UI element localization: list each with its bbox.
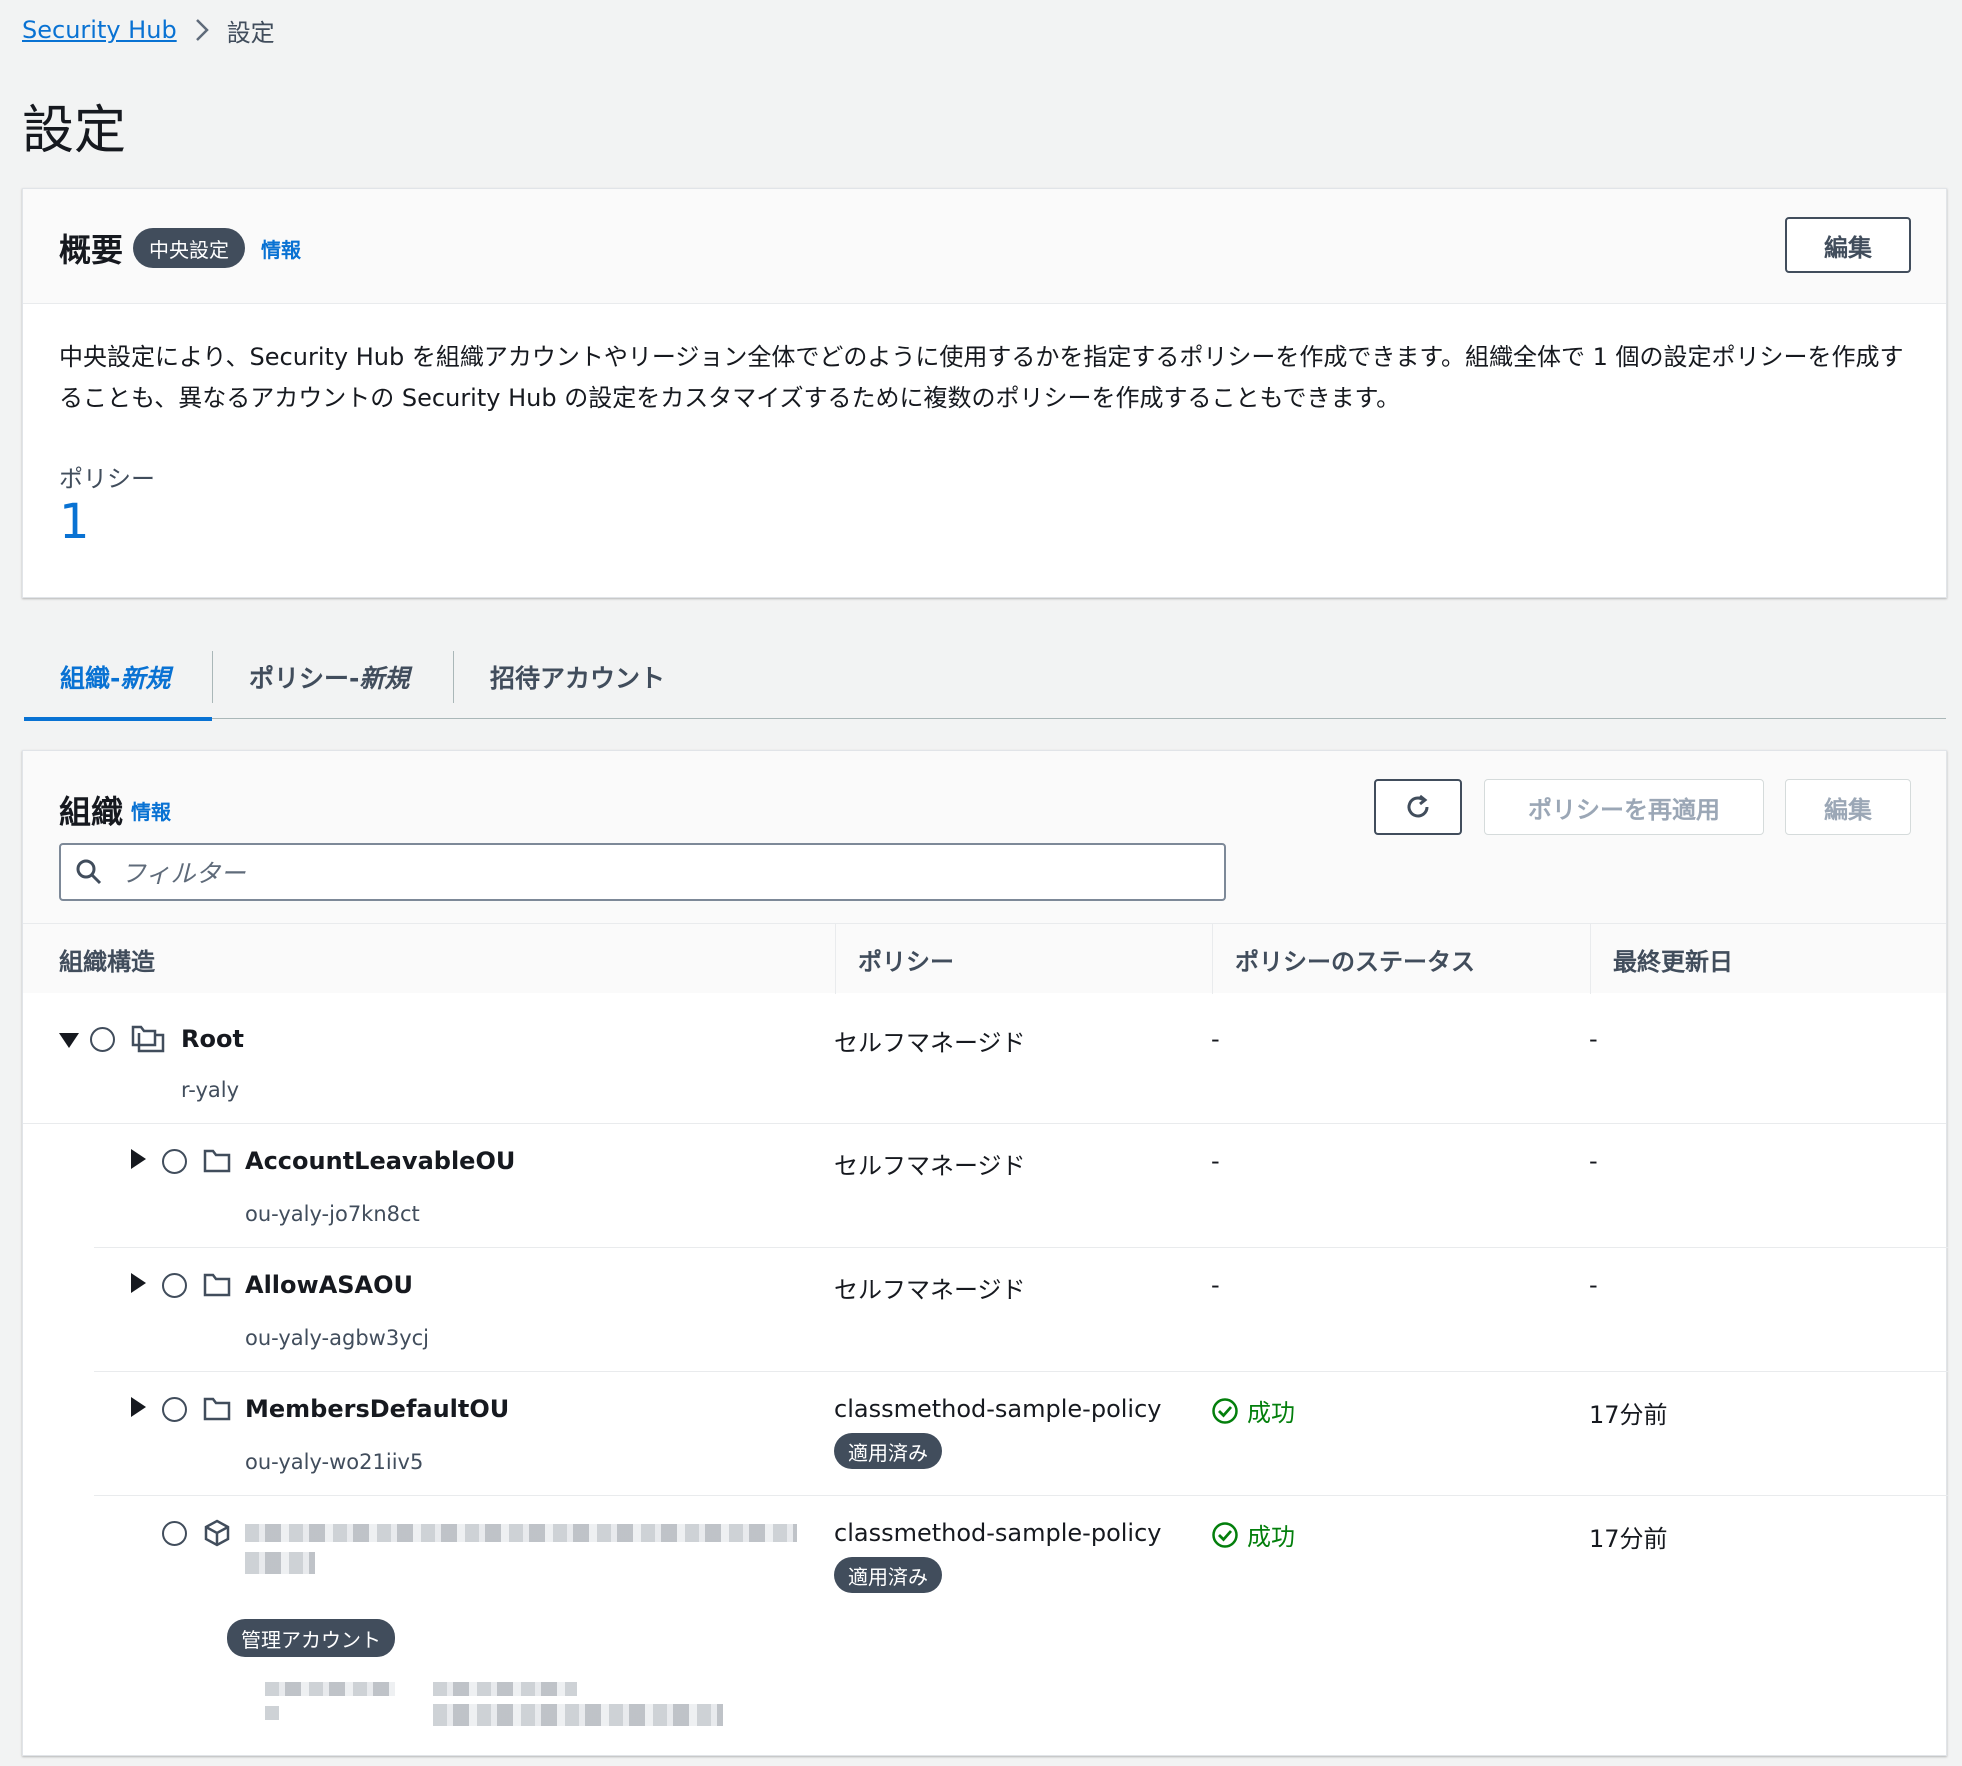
page-title: 設定 [22,101,127,161]
row-name[interactable]: Root [181,1025,244,1053]
tab-list: 組織- 新規 ポリシー- 新規 招待アカウント [24,635,1946,721]
redacted-account-id [265,1706,279,1720]
row-updated: - [1589,1025,1598,1053]
row-radio[interactable] [162,1397,187,1422]
row-name[interactable]: AccountLeavableOU [245,1147,515,1175]
folder-icon [203,1397,231,1421]
overview-info-link[interactable]: 情報 [261,234,301,263]
row-id: ou-yaly-jo7kn8ct [245,1202,420,1226]
column-policy-status: ポリシーのステータス [1212,924,1590,994]
row-name[interactable]: AllowASAOU [245,1271,413,1299]
success-check-icon [1212,1521,1238,1548]
row-status: - [1211,1147,1220,1175]
table-row: AllowASAOU ou-yaly-agbw3ycj セルフマネージド - - [94,1248,1948,1372]
tab-organization-label: 組織- [60,664,121,693]
organization-title-text: 組織 [59,793,124,831]
tab-invited-accounts[interactable]: 招待アカウント [454,635,701,719]
breadcrumb-current: 設定 [226,18,275,47]
search-icon [76,859,102,885]
row-updated: - [1589,1271,1598,1299]
row-policy[interactable]: classmethod-sample-policy [834,1519,1162,1547]
tab-policies-label: ポリシー- [249,664,360,693]
applied-badge: 適用済み [834,1557,942,1593]
expand-right-icon[interactable] [131,1273,146,1293]
overview-panel: 概要 中央設定 情報 編集 中央設定により、Security Hub を組織アカ… [22,188,1947,598]
row-policy: セルフマネージド [834,1152,1026,1180]
table-row: Root r-yaly セルフマネージド - - [23,993,1946,1124]
row-status: - [1211,1025,1220,1053]
status-text: 成功 [1247,1523,1295,1551]
row-radio[interactable] [90,1027,115,1052]
organization-info-link[interactable]: 情報 [131,796,171,825]
chevron-right-icon [195,18,209,42]
table-header: 組織構造 ポリシー ポリシーのステータス 最終更新日 [23,923,1947,994]
status-success: 成功 [1211,1517,1295,1552]
row-status: - [1211,1271,1220,1299]
refresh-icon [1407,794,1429,818]
row-radio[interactable] [162,1521,187,1546]
overview-header: 概要 中央設定 情報 編集 [23,189,1946,304]
breadcrumb-security-hub-link[interactable]: Security Hub [22,16,177,44]
central-config-badge: 中央設定 [133,228,246,268]
overview-description: 中央設定により、Security Hub を組織アカウントやリージョン全体でどの… [59,343,1904,412]
row-name[interactable]: MembersDefaultOU [245,1395,509,1423]
overview-title: 概要 中央設定 情報 [59,225,301,271]
tab-policies-new: 新規 [359,664,410,693]
table-row: 管理アカウント classmethod-sample-policy 適用済み 成… [94,1496,1948,1756]
organization-header: 組織 情報 ポリシーを再適用 編集 フィルター [23,751,1946,923]
tab-policies[interactable]: ポリシー- 新規 [213,635,453,719]
row-updated: 17分前 [1589,1401,1668,1429]
redacted-account-name [245,1524,797,1542]
org-root-icon [131,1025,165,1053]
redacted-account-id [265,1682,395,1696]
row-updated: - [1589,1147,1598,1175]
expand-right-icon[interactable] [131,1397,146,1417]
row-updated: 17分前 [1589,1525,1668,1553]
row-policy: セルフマネージド [834,1029,1026,1057]
row-id: ou-yaly-agbw3ycj [245,1326,430,1350]
overview-title-text: 概要 [59,231,124,269]
status-text: 成功 [1247,1399,1295,1427]
row-radio[interactable] [162,1149,187,1174]
row-id: r-yaly [181,1078,240,1102]
table-row: AccountLeavableOU ou-yaly-jo7kn8ct セルフマネ… [94,1124,1948,1248]
policy-count-label: ポリシー [59,465,155,493]
organization-edit-button[interactable]: 編集 [1785,779,1911,835]
column-org-structure: 組織構造 [59,947,155,976]
success-check-icon [1212,1397,1238,1424]
overview-edit-button[interactable]: 編集 [1785,217,1911,273]
tab-organization-new: 新規 [120,664,171,693]
column-last-updated: 最終更新日 [1590,924,1947,994]
column-policy: ポリシー [835,924,1212,994]
row-policy: セルフマネージド [834,1276,1026,1304]
row-radio[interactable] [162,1273,187,1298]
table-row: MembersDefaultOU ou-yaly-wo21iiv5 classm… [94,1372,1948,1496]
row-id: ou-yaly-wo21iiv5 [245,1450,424,1474]
redacted-account-email [433,1682,577,1696]
expand-right-icon[interactable] [131,1149,146,1169]
refresh-button[interactable] [1374,779,1462,835]
policy-count-value[interactable]: 1 [59,494,90,550]
folder-icon [203,1273,231,1297]
redacted-account-name [245,1552,315,1574]
reapply-policy-button[interactable]: ポリシーを再適用 [1484,779,1764,835]
row-policy[interactable]: classmethod-sample-policy [834,1395,1162,1423]
tab-organization[interactable]: 組織- 新規 [24,635,212,721]
folder-icon [203,1149,231,1173]
tab-invited-accounts-label: 招待アカウント [490,664,666,693]
expand-down-icon[interactable] [59,1033,79,1048]
status-success: 成功 [1211,1393,1295,1428]
breadcrumb: Security Hub 設定 [22,10,275,50]
organization-panel: 組織 情報 ポリシーを再適用 編集 フィルター 組織構造 ポリシー ポリシーのス… [22,750,1948,1756]
management-account-badge: 管理アカウント [227,1619,395,1657]
redacted-account-email [433,1704,723,1726]
account-cube-icon [204,1519,230,1547]
filter-search[interactable]: フィルター [59,843,1226,901]
search-placeholder: フィルター [121,859,246,888]
organization-title: 組織 情報 [59,787,171,833]
applied-badge: 適用済み [834,1433,942,1469]
